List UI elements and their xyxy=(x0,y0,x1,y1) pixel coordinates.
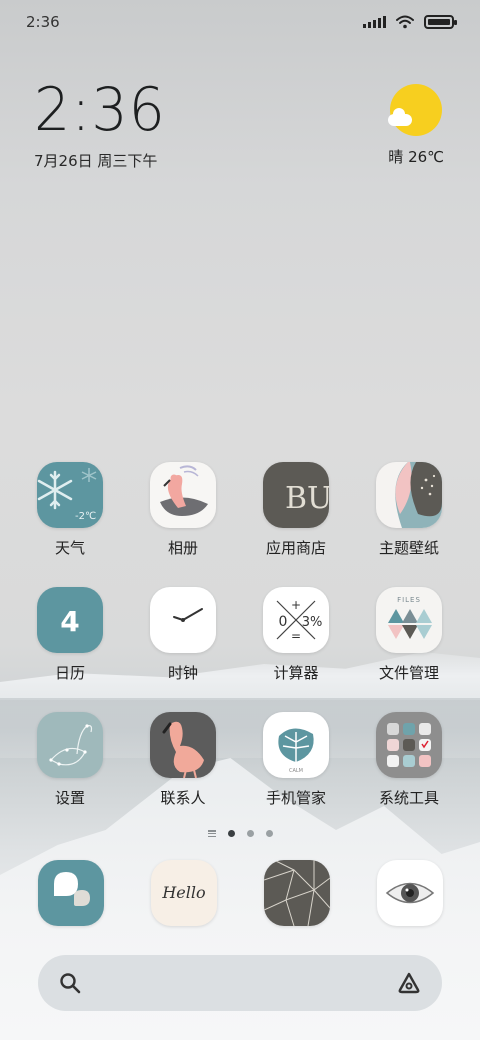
page-dot[interactable] xyxy=(265,830,273,837)
app-calendar[interactable]: 4 日历 xyxy=(15,587,125,683)
notes-icon[interactable]: Hello xyxy=(151,860,217,926)
messages-icon[interactable] xyxy=(38,860,104,926)
app-security[interactable]: CALM 手机管家 xyxy=(241,712,351,808)
app-label: 时钟 xyxy=(167,664,198,682)
app-label: 计算器 xyxy=(273,664,319,682)
app-label: 设置 xyxy=(54,789,85,807)
file-manager-icon: FILES xyxy=(376,587,442,653)
app-label: 日历 xyxy=(54,664,85,682)
app-label: 主题壁纸 xyxy=(378,539,439,557)
signal-icon xyxy=(363,16,386,28)
app-label: 手机管家 xyxy=(265,789,326,807)
svg-text:0: 0 xyxy=(279,614,288,630)
app-weather[interactable]: -2℃ 天气 xyxy=(15,462,125,558)
svg-text:4: 4 xyxy=(60,605,79,638)
themes-icon xyxy=(376,462,442,528)
app-label: 系统工具 xyxy=(378,789,439,807)
weather-widget[interactable]: 晴 26℃ xyxy=(388,84,444,167)
browser-icon[interactable] xyxy=(264,860,330,926)
wifi-icon xyxy=(396,15,414,29)
assistant-icon[interactable] xyxy=(396,971,422,995)
app-store-icon: BUY xyxy=(263,462,329,528)
app-themes[interactable]: 主题壁纸 xyxy=(354,462,464,558)
contacts-icon xyxy=(150,712,216,778)
svg-text:CALM: CALM xyxy=(289,768,303,774)
app-store[interactable]: BUY 应用商店 xyxy=(241,462,351,558)
app-gallery[interactable]: 相册 xyxy=(128,462,238,558)
weather-icon: -2℃ xyxy=(37,462,103,528)
app-label: 天气 xyxy=(54,539,85,557)
app-label: 联系人 xyxy=(160,789,206,807)
clock-date: 7月26日 周三下午 xyxy=(34,152,158,170)
security-icon: CALM xyxy=(263,712,329,778)
status-time: 2:36 xyxy=(26,13,60,31)
gallery-icon xyxy=(150,462,216,528)
clock-time: 2:36 xyxy=(34,75,166,145)
weather-text: 晴 26℃ xyxy=(388,148,444,166)
battery-icon xyxy=(424,15,457,29)
app-label: 应用商店 xyxy=(265,539,326,557)
camera-icon[interactable] xyxy=(377,860,443,926)
svg-text:=: = xyxy=(291,629,301,643)
clock-icon xyxy=(150,587,216,653)
svg-text:FILES: FILES xyxy=(397,596,421,604)
calculator-icon: + 0 3% = xyxy=(263,587,329,653)
status-bar: 2:36 xyxy=(0,0,480,44)
page-dot[interactable] xyxy=(246,830,254,837)
svg-text:+: + xyxy=(291,598,301,612)
settings-icon xyxy=(37,712,103,778)
calendar-icon: 4 xyxy=(37,587,103,653)
svg-text:3%: 3% xyxy=(302,615,323,630)
app-label: 相册 xyxy=(167,539,198,557)
app-calculator[interactable]: + 0 3% = 计算器 xyxy=(241,587,351,683)
menu-icon xyxy=(207,830,216,837)
page-indicator[interactable] xyxy=(0,830,480,837)
app-clock[interactable]: 时钟 xyxy=(128,587,238,683)
app-contacts[interactable]: 联系人 xyxy=(128,712,238,808)
svg-text:-2℃: -2℃ xyxy=(75,511,96,522)
system-tools-folder-icon xyxy=(376,712,442,778)
app-settings[interactable]: 设置 xyxy=(15,712,125,808)
app-file-manager[interactable]: FILES 文件管理 xyxy=(354,587,464,683)
svg-text:BUY: BUY xyxy=(285,481,329,516)
search-icon[interactable] xyxy=(58,971,82,995)
clock-widget[interactable]: 2:36 7月26日 周三下午 xyxy=(34,80,173,171)
folder-system-tools[interactable]: 系统工具 xyxy=(354,712,464,808)
search-bar[interactable] xyxy=(38,955,442,1011)
app-label: 文件管理 xyxy=(378,664,439,682)
sunny-icon xyxy=(388,84,443,136)
page-dot-active[interactable] xyxy=(227,830,235,837)
svg-text:Hello: Hello xyxy=(161,883,205,902)
